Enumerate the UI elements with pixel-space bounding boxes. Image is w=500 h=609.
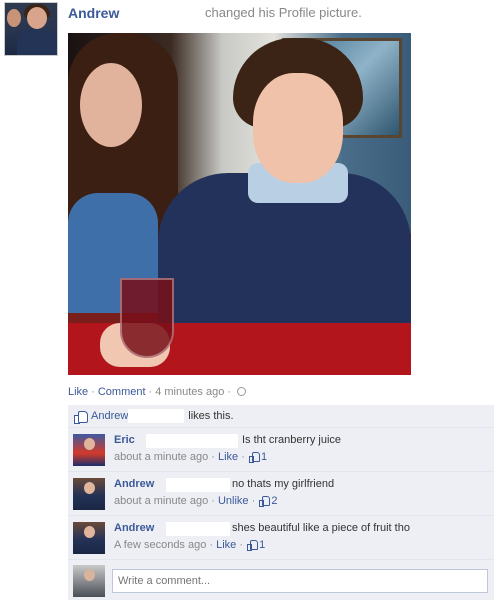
commenter-name-link[interactable]: Eric	[114, 434, 135, 446]
like-link[interactable]: Like	[68, 386, 88, 398]
avatar-figure-body	[17, 29, 57, 55]
thumbs-up-icon	[74, 410, 88, 424]
likes-text: likes this.	[188, 410, 234, 422]
comment-like-count[interactable]: 1	[259, 539, 265, 551]
comment-like-count[interactable]: 2	[271, 495, 277, 507]
likes-row: Andrew likes this.	[68, 405, 494, 428]
commenter-avatar[interactable]	[73, 522, 105, 554]
comment-input[interactable]	[112, 569, 488, 593]
commenter-avatar[interactable]	[73, 478, 105, 510]
thumbs-up-icon	[248, 452, 260, 463]
separator-dot: ·	[227, 386, 231, 398]
feedback-panel: Andrew likes this. Eric Is tht cranberry…	[68, 405, 494, 600]
comment-item: Eric Is tht cranberry juice about a minu…	[68, 428, 494, 472]
commenter-avatar[interactable]	[73, 434, 105, 466]
commenter-name-link[interactable]: Andrew	[114, 478, 154, 490]
comment-text: shes beautiful like a piece of fruit tho	[232, 522, 410, 534]
globe-icon[interactable]	[237, 387, 246, 396]
photo-girl-face	[80, 63, 142, 147]
comment-meta: about a minute ago · Like · 1	[114, 451, 268, 463]
redacted-surname	[146, 434, 238, 448]
redacted-surname	[166, 522, 230, 536]
comment-like-link[interactable]: Like	[218, 451, 238, 463]
photo-wine-glass	[120, 278, 174, 358]
current-user-avatar	[73, 565, 105, 597]
comment-composer	[68, 560, 494, 600]
comment-link[interactable]: Comment	[98, 386, 146, 398]
post-timestamp[interactable]: 4 minutes ago	[155, 386, 224, 398]
thumbs-up-icon	[259, 496, 271, 507]
comment-text: no thats my girlfriend	[232, 478, 335, 490]
comment-timestamp[interactable]: A few seconds ago	[114, 539, 206, 551]
avatar-figure-girl	[7, 9, 21, 27]
poster-avatar[interactable]	[4, 2, 58, 56]
comment-meta: A few seconds ago · Like · 1	[114, 539, 266, 551]
separator-dot: ·	[148, 386, 153, 398]
thumbs-up-icon	[247, 540, 259, 551]
comment-text: Is tht cranberry juice	[242, 434, 342, 446]
photo-boy-face	[253, 73, 343, 183]
story-text: changed his Profile picture.	[205, 5, 362, 20]
profile-photo[interactable]	[68, 33, 411, 375]
post-actions: Like · Comment · 4 minutes ago ·	[68, 386, 246, 398]
comment-item: Andrew shes beautiful like a piece of fr…	[68, 516, 494, 560]
poster-name-link[interactable]: Andrew	[68, 5, 119, 21]
comment-timestamp[interactable]: about a minute ago	[114, 451, 208, 463]
separator-dot: ·	[91, 386, 95, 398]
comment-like-link[interactable]: Like	[216, 539, 236, 551]
redacted-surname	[166, 478, 230, 492]
redacted-surname	[128, 409, 185, 423]
comment-like-count[interactable]: 1	[261, 451, 267, 463]
avatar-figure-head	[27, 7, 47, 29]
commenter-name-link[interactable]: Andrew	[114, 522, 154, 534]
liker-name-link[interactable]: Andrew	[91, 410, 128, 422]
comment-item: Andrew no thats my girlfriend about a mi…	[68, 472, 494, 516]
comment-timestamp[interactable]: about a minute ago	[114, 495, 208, 507]
comment-unlike-link[interactable]: Unlike	[218, 495, 249, 507]
comment-meta: about a minute ago · Unlike · 2	[114, 495, 278, 507]
